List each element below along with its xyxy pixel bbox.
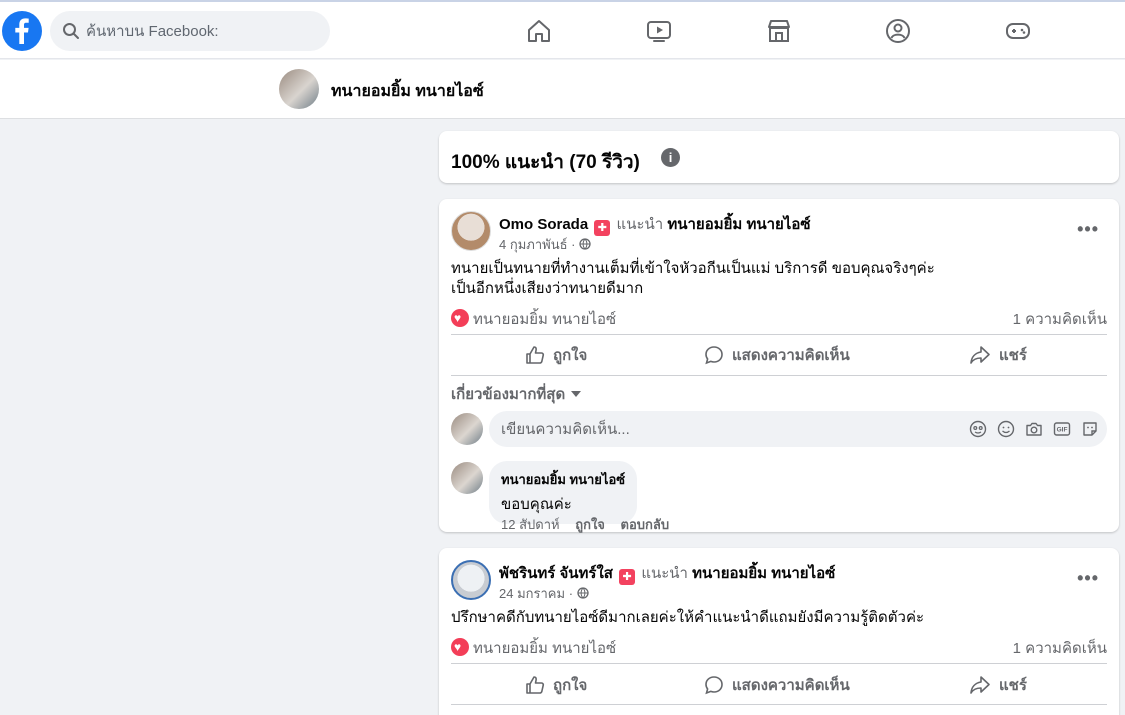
reply-meta: 12 สัปดาห์ ถูกใจ ตอบกลับ <box>501 514 681 535</box>
comment-composer[interactable]: GIF <box>489 411 1107 447</box>
post-date[interactable]: 24 มกราคม <box>499 586 565 601</box>
marketplace-icon[interactable] <box>766 18 792 44</box>
recommends-word: แนะนำ <box>616 216 664 233</box>
sticker-icon[interactable] <box>1081 420 1099 438</box>
comment-label: แสดงความคิดเห็น <box>732 347 850 364</box>
caret-down-icon <box>571 391 582 397</box>
comment-button[interactable]: แสดงความคิดเห็น <box>704 337 850 373</box>
watch-video-icon[interactable] <box>646 18 672 44</box>
like-button[interactable]: ถูกใจ <box>525 667 587 703</box>
recommend-badge-icon: ✚ <box>619 569 636 585</box>
svg-text:GIF: GIF <box>1057 427 1068 434</box>
reply-text: ขอบคุณค่ะ <box>501 496 572 513</box>
reply-author-name[interactable]: ทนายอมยิ้ม ทนายไอซ์ <box>501 469 625 490</box>
divider <box>451 375 1107 376</box>
share-label: แชร์ <box>999 347 1027 364</box>
comment-label: แสดงความคิดเห็น <box>732 677 850 694</box>
info-icon[interactable]: i <box>661 148 680 167</box>
post-body-line: เป็นอีกหนึ่งเสียงว่าทนายดีมาก <box>451 280 644 297</box>
recommended-page-name[interactable]: ทนายอมยิ้ม ทนายไอซ์ <box>667 216 810 233</box>
recommends-word: แนะนำ <box>641 565 688 582</box>
comment-sort-dropdown[interactable]: เกี่ยวข้องมากที่สุด <box>451 382 582 406</box>
post-meta: 4 กุมภาพันธ์ · <box>499 234 591 255</box>
reaction-summary: ทนายอมยิ้ม ทนายไอซ์ 1 ความคิดเห็น <box>451 307 1107 329</box>
composer-icons: GIF <box>969 420 1099 438</box>
author-avatar[interactable] <box>451 560 491 600</box>
sort-label: เกี่ยวข้องมากที่สุด <box>451 386 566 403</box>
post-headline: Omo Sorada ✚ แนะนำ ทนายอมยิ้ม ทนายไอซ์ <box>499 212 811 236</box>
reply-like-link[interactable]: ถูกใจ <box>575 517 605 532</box>
comment-count[interactable]: 1 ความคิดเห็น <box>1013 307 1107 331</box>
share-icon <box>970 346 990 364</box>
separator-dot: · <box>571 237 580 252</box>
avatar-sticker-icon[interactable] <box>969 420 987 438</box>
globe-icon <box>579 238 591 250</box>
profile-avatar[interactable] <box>279 69 319 109</box>
thumbs-up-icon <box>526 676 545 694</box>
reply-timestamp[interactable]: 12 สัปดาห์ <box>501 517 560 532</box>
post-actions: ถูกใจ แสดงความคิดเห็น แชร์ <box>451 667 1107 703</box>
post-date[interactable]: 4 กุมภาพันธ์ <box>499 237 568 252</box>
gif-icon[interactable]: GIF <box>1053 420 1071 438</box>
search-bar[interactable] <box>50 11 330 51</box>
divider <box>451 334 1107 335</box>
author-name[interactable]: Omo Sorada <box>499 216 588 233</box>
thumbs-up-icon <box>526 346 545 364</box>
reaction-summary: ทนายอมยิ้ม ทนายไอซ์ 1 ความคิดเห็น <box>451 636 1107 658</box>
recommendation-summary-card: 100% แนะนำ (70 รีวิว) i <box>439 131 1119 183</box>
review-post: Omo Sorada ✚ แนะนำ ทนายอมยิ้ม ทนายไอซ์ 4… <box>439 199 1119 532</box>
like-label: ถูกใจ <box>553 677 588 694</box>
search-input[interactable] <box>86 11 316 51</box>
emoji-icon[interactable] <box>997 420 1015 438</box>
recommend-badge-icon: ✚ <box>594 220 611 236</box>
share-icon <box>970 676 990 694</box>
comment-count[interactable]: 1 ความคิดเห็น <box>1013 636 1107 660</box>
separator-dot: · <box>568 586 577 601</box>
reply-author-avatar[interactable] <box>451 462 483 494</box>
love-reaction-icon <box>451 638 469 656</box>
camera-icon[interactable] <box>1025 420 1043 438</box>
post-body: ปรึกษาคดีกับทนายไอซ์ดีมากเลยค่ะให้คำแนะน… <box>451 608 924 628</box>
profile-header-bar: ทนายอมยิ้ม ทนายไอซ์ <box>0 60 1125 119</box>
comment-input[interactable] <box>501 411 921 447</box>
love-reaction-icon <box>451 309 469 327</box>
post-meta: 24 มกราคม · <box>499 583 589 604</box>
home-icon[interactable] <box>526 18 552 44</box>
globe-icon <box>576 587 589 599</box>
like-label: ถูกใจ <box>553 347 588 364</box>
top-navigation-bar <box>0 2 1125 59</box>
review-post: พัชรินทร์ จันทร์ใส ✚ แนะนำ ทนายอมยิ้ม ทน… <box>439 548 1119 715</box>
gaming-icon[interactable] <box>1005 18 1031 44</box>
comment-icon <box>705 346 723 365</box>
recommendation-summary: 100% แนะนำ (70 รีวิว) <box>451 152 640 173</box>
share-label: แชร์ <box>999 677 1027 694</box>
recommended-page-name[interactable]: ทนายอมยิ้ม ทนายไอซ์ <box>692 565 835 582</box>
search-icon <box>63 23 79 39</box>
divider <box>451 663 1107 664</box>
reply-reply-link[interactable]: ตอบกลับ <box>621 517 670 532</box>
divider <box>451 704 1107 705</box>
comment-icon <box>705 676 723 695</box>
post-body-line: ปรึกษาคดีกับทนายไอซ์ดีมากเลยค่ะให้คำแนะน… <box>451 609 925 626</box>
comment-button[interactable]: แสดงความคิดเห็น <box>704 667 850 703</box>
commenter-avatar[interactable] <box>451 413 483 445</box>
reaction-by[interactable]: ทนายอมยิ้ม ทนายไอซ์ <box>473 640 616 657</box>
post-body: ทนายเป็นทนายที่ทำงานเต็มที่เข้าใจหัวอกีน… <box>451 259 935 299</box>
post-body-line: ทนายเป็นทนายที่ทำงานเต็มที่เข้าใจหัวอกีน… <box>451 260 935 277</box>
more-options-icon[interactable]: ••• <box>1077 219 1099 240</box>
share-button[interactable]: แชร์ <box>969 667 1027 703</box>
author-name[interactable]: พัชรินทร์ จันทร์ใส <box>499 565 613 582</box>
share-button[interactable]: แชร์ <box>969 337 1027 373</box>
post-headline: พัชรินทร์ จันทร์ใส ✚ แนะนำ ทนายอมยิ้ม ทน… <box>499 561 835 585</box>
profile-name[interactable]: ทนายอมยิ้ม ทนายไอซ์ <box>331 79 484 104</box>
more-options-icon[interactable]: ••• <box>1077 568 1099 589</box>
facebook-logo-icon[interactable] <box>2 11 42 51</box>
like-button[interactable]: ถูกใจ <box>525 337 587 373</box>
author-avatar[interactable] <box>451 211 491 251</box>
post-actions: ถูกใจ แสดงความคิดเห็น แชร์ <box>451 337 1107 373</box>
reaction-by[interactable]: ทนายอมยิ้ม ทนายไอซ์ <box>473 311 616 328</box>
groups-icon[interactable] <box>885 18 911 44</box>
